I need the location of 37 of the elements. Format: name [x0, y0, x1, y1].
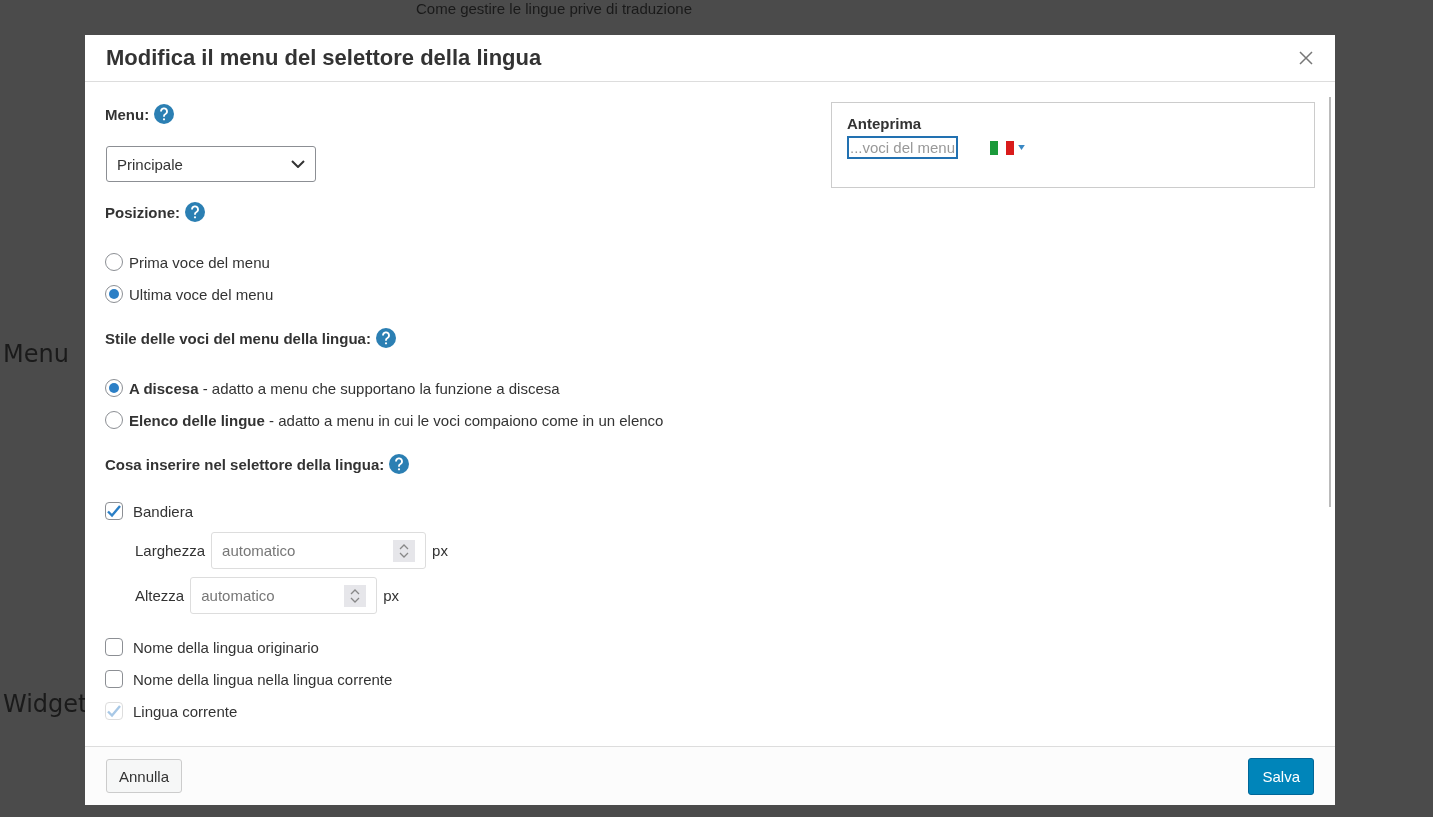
spinner-icon[interactable] [344, 584, 367, 607]
help-icon[interactable] [185, 202, 205, 222]
checkbox-label: Nome della lingua originario [133, 638, 319, 656]
field-label: Altezza [135, 587, 185, 604]
checkbox[interactable] [105, 670, 123, 688]
chevron-down-icon [291, 160, 305, 168]
field-label: Larghezza [135, 542, 206, 559]
option-label: Prima voce del menu [129, 253, 270, 271]
menu-item-link[interactable]: ...voci del menu [847, 136, 959, 159]
field-label: Menu: [105, 105, 150, 123]
help-icon[interactable] [154, 104, 175, 124]
option-label: Elenco delle lingue - adatto a menu in cui le voci compaiono come in un elenco [129, 411, 664, 429]
checkbox-label: Nome della lingua nella lingua corrente [133, 670, 393, 688]
preview-title: Anteprima [847, 115, 923, 132]
option-label: A discesa - adatto a menu che supportano la funzione a discesa [129, 379, 560, 397]
cancel-button[interactable]: Annulla [106, 759, 183, 793]
flag-icon[interactable] [990, 140, 1015, 155]
number-input[interactable]: automatico [211, 532, 427, 569]
menu-select[interactable]: Principale [106, 146, 316, 182]
close-icon[interactable] [1299, 51, 1313, 65]
field-label: Posizione: [105, 203, 180, 221]
field-label: Cosa inserire nel selettore della lingua: [105, 455, 385, 473]
number-input[interactable]: automatico [190, 577, 378, 614]
checkbox[interactable] [105, 638, 123, 656]
checkbox-label: Lingua corrente [133, 702, 238, 720]
checkbox-label: Bandiera [133, 502, 194, 520]
spinner-icon[interactable] [393, 539, 416, 562]
dialog-title: Modifica il menu del selettore della lingua [106, 45, 542, 71]
save-button[interactable]: Salva [1248, 757, 1314, 795]
help-icon[interactable] [375, 328, 396, 348]
unit-label: px [432, 542, 448, 559]
caret-icon[interactable] [1018, 145, 1026, 150]
checkbox[interactable] [105, 502, 123, 520]
field-label: Stile delle voci del menu della lingua: [105, 329, 371, 347]
option-label: Ultima voce del menu [129, 285, 274, 303]
help-icon[interactable] [389, 454, 410, 474]
unit-label: px [383, 587, 400, 604]
